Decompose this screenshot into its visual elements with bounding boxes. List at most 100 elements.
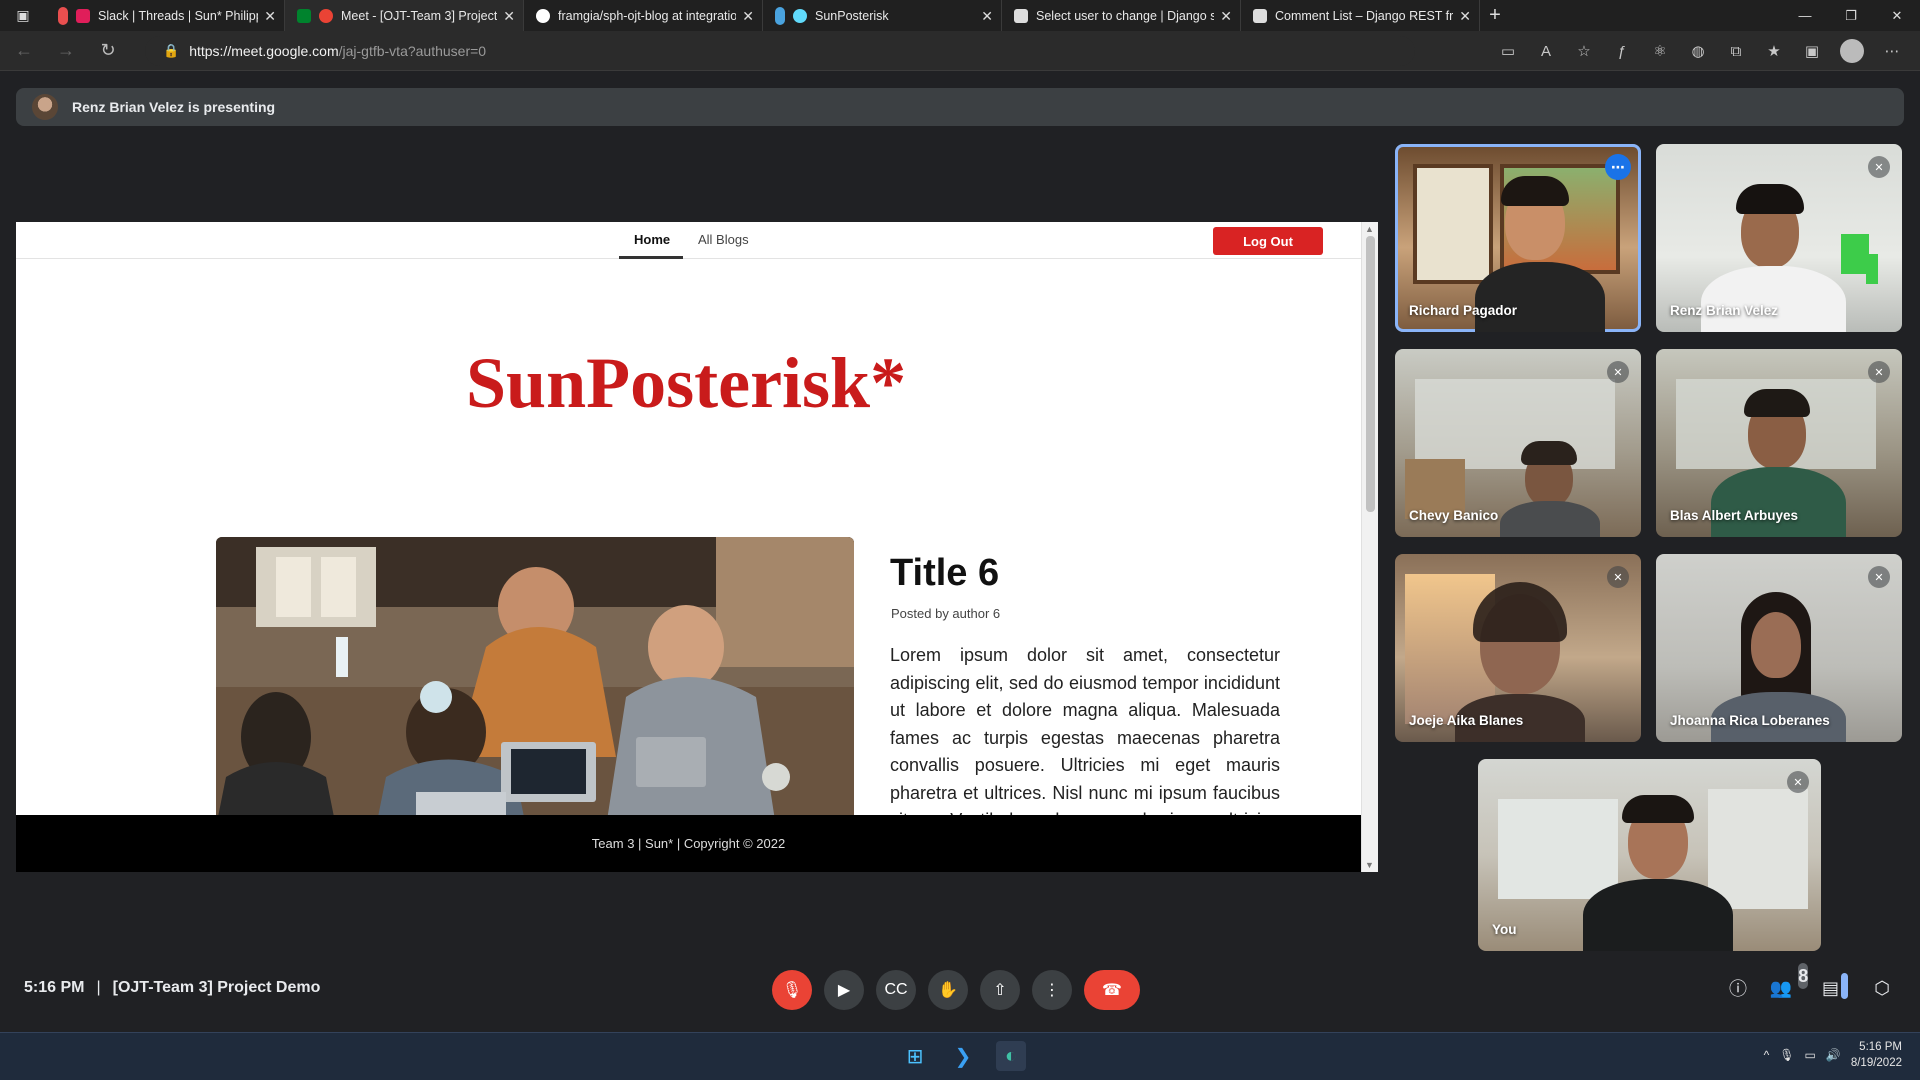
more-options-button[interactable]: ⋮: [1032, 970, 1072, 1010]
edge-browser-icon[interactable]: ◐: [996, 1041, 1026, 1071]
reload-icon[interactable]: ↻: [90, 33, 126, 69]
close-tab-icon[interactable]: ✕: [1459, 8, 1471, 25]
new-tab-icon[interactable]: +: [1480, 4, 1510, 27]
mic-off-icon: ✕: [1868, 156, 1890, 178]
system-clock[interactable]: 5:16 PM 8/19/2022: [1851, 1039, 1902, 1071]
participant-name: Blas Albert Arbuyes: [1670, 508, 1799, 523]
os-taskbar: ⊞ ❯ ◐ ^ 🎙 ▭ 🔊 5:16 PM 8/19/2022: [0, 1032, 1920, 1080]
browser-tab-sunposterisk[interactable]: SunPosterisk ✕: [763, 0, 1002, 31]
page-favicon-icon: [1014, 8, 1028, 23]
participant-tile[interactable]: ✕ Blas Albert Arbuyes: [1656, 349, 1902, 537]
close-tab-icon[interactable]: ✕: [264, 8, 276, 25]
close-window-icon[interactable]: ✕: [1874, 0, 1920, 31]
camera-toggle-button[interactable]: ▶: [824, 970, 864, 1010]
lock-icon[interactable]: 🔒: [163, 43, 179, 59]
office-photo: [216, 537, 854, 827]
people-icon[interactable]: 👥 8: [1770, 963, 1809, 1001]
camera-blocked-icon[interactable]: ▭: [1498, 41, 1518, 61]
close-tab-icon[interactable]: ✕: [981, 8, 993, 25]
back-icon[interactable]: ←: [6, 33, 42, 69]
url-path: /jaj-gtfb-vta?authuser=0: [338, 43, 487, 59]
extensions-icon[interactable]: ⧉: [1726, 41, 1746, 61]
tab-group-marker: [58, 6, 68, 25]
participant-tile[interactable]: ✕ Chevy Banico: [1395, 349, 1641, 537]
scroll-up-icon[interactable]: ▲: [1365, 224, 1374, 234]
clock-date: 8/19/2022: [1850, 1057, 1902, 1069]
restore-icon[interactable]: ❐: [1828, 0, 1874, 31]
collections-icon[interactable]: ▣: [1802, 41, 1822, 61]
recording-indicator-icon: [319, 8, 333, 23]
add-favorite-icon[interactable]: ☆: [1574, 41, 1594, 61]
logout-button[interactable]: Log Out: [1213, 227, 1323, 255]
close-tab-icon[interactable]: ✕: [503, 8, 515, 25]
participant-name: You: [1492, 922, 1517, 937]
formula-extension-icon[interactable]: ƒ: [1612, 41, 1632, 61]
separator: |: [96, 979, 101, 996]
raise-hand-button[interactable]: ✋: [928, 970, 968, 1010]
browser-toolbar: ▭ A ☆ ƒ ⚛ ◍ ⧉ ★ ▣ ⋯: [1498, 35, 1902, 67]
self-view-tile[interactable]: ✕ You: [1478, 759, 1821, 951]
nav-home-link[interactable]: Home: [634, 232, 670, 247]
react-devtools-icon[interactable]: ⚛: [1650, 41, 1670, 61]
page-favicon-icon: [1253, 8, 1267, 23]
mic-off-icon: ✕: [1607, 566, 1629, 588]
browser-tab-django-admin[interactable]: Select user to change | Django site admi…: [1002, 0, 1241, 31]
participant-tile[interactable]: ✕ Renz Brian Velez: [1656, 144, 1902, 332]
presenting-banner: Renz Brian Velez is presenting: [16, 88, 1904, 126]
windows-start-icon[interactable]: ⊞: [900, 1041, 930, 1071]
address-bar-row: ← → ↻ 🔒 https://meet.google.com /jaj-gtf…: [0, 31, 1920, 71]
settings-more-icon[interactable]: ⋯: [1882, 41, 1902, 61]
vscode-icon[interactable]: ❯: [948, 1041, 978, 1071]
github-favicon-icon: [536, 8, 550, 23]
participant-name: Richard Pagador: [1409, 303, 1518, 318]
post-excerpt: Lorem ipsum dolor sit amet, consectetur …: [890, 645, 1280, 827]
browser-tab-slack[interactable]: Slack | Threads | Sun* Philippines ✕: [46, 0, 285, 31]
scrollbar-thumb[interactable]: [1366, 236, 1375, 512]
scroll-down-icon[interactable]: ▼: [1365, 860, 1374, 870]
captions-button[interactable]: CC: [876, 970, 916, 1010]
profile-avatar-icon[interactable]: [1840, 39, 1864, 63]
page-scrollbar[interactable]: ▲ ▼: [1361, 222, 1378, 872]
present-button[interactable]: ⇧: [980, 970, 1020, 1010]
microphone-icon[interactable]: 🎙: [1779, 1048, 1794, 1062]
close-tab-icon[interactable]: ✕: [742, 8, 754, 25]
browser-tab-django-rest[interactable]: Comment List – Django REST framework ✕: [1241, 0, 1480, 31]
mic-toggle-button[interactable]: 🎙: [772, 970, 812, 1010]
chat-icon[interactable]: ▤: [1822, 973, 1848, 1001]
tab-title: Select user to change | Django site admi…: [1036, 8, 1214, 23]
participant-name: Renz Brian Velez: [1670, 303, 1779, 318]
minimize-icon[interactable]: —: [1782, 0, 1828, 31]
taskbar-apps: ⊞ ❯ ◐: [900, 1041, 1026, 1071]
browser-tab-github[interactable]: framgia/sph-ojt-blog at integration ✕: [524, 0, 763, 31]
activities-icon[interactable]: ⬡: [1870, 975, 1894, 1001]
favorites-icon[interactable]: ★: [1764, 41, 1784, 61]
end-call-button[interactable]: ☎: [1084, 970, 1140, 1010]
extension-icon[interactable]: ◍: [1688, 41, 1708, 61]
clock-time: 5:16 PM: [1859, 1041, 1902, 1053]
tab-title: Comment List – Django REST framework: [1275, 8, 1453, 23]
participant-tile[interactable]: ⋯ Richard Pagador: [1395, 144, 1641, 332]
show-hidden-icons-icon[interactable]: ^: [1764, 1048, 1770, 1062]
volume-icon[interactable]: 🔊: [1826, 1048, 1841, 1062]
post-image: [216, 537, 854, 827]
nav-all-blogs-link[interactable]: All Blogs: [698, 232, 749, 247]
forward-icon[interactable]: →: [48, 33, 84, 69]
brand-title: SunPosterisk*: [466, 343, 907, 423]
mic-off-icon: ✕: [1787, 771, 1809, 793]
meeting-info: 5:16 PM | [OJT-Team 3] Project Demo: [24, 979, 320, 997]
participant-tile[interactable]: ✕ Jhoanna Rica Loberanes: [1656, 554, 1902, 742]
url-input[interactable]: 🔒 https://meet.google.com /jaj-gtfb-vta?…: [145, 36, 1415, 66]
tab-title: framgia/sph-ojt-blog at integration: [558, 8, 736, 23]
read-aloud-icon[interactable]: A: [1536, 41, 1556, 61]
network-icon[interactable]: ▭: [1805, 1048, 1816, 1062]
post-title[interactable]: Title 6: [890, 552, 999, 595]
participant-tile[interactable]: ✕ Joeje Aika Blanes: [1395, 554, 1641, 742]
close-tab-icon[interactable]: ✕: [1220, 8, 1232, 25]
system-tray: ^ 🎙 ▭ 🔊 5:16 PM 8/19/2022: [1764, 1039, 1902, 1071]
more-options-icon[interactable]: ⋯: [1605, 154, 1631, 180]
browser-tab-meet[interactable]: Meet - [OJT-Team 3] Project Demo ✕: [285, 0, 524, 31]
presenting-text: Renz Brian Velez is presenting: [72, 99, 276, 115]
call-controls: 🎙 ▶ CC ✋ ⇧ ⋮ ☎: [772, 970, 1140, 1010]
tab-actions-icon[interactable]: ▣: [0, 0, 46, 31]
meeting-details-icon[interactable]: ⓘ: [1726, 975, 1750, 1001]
